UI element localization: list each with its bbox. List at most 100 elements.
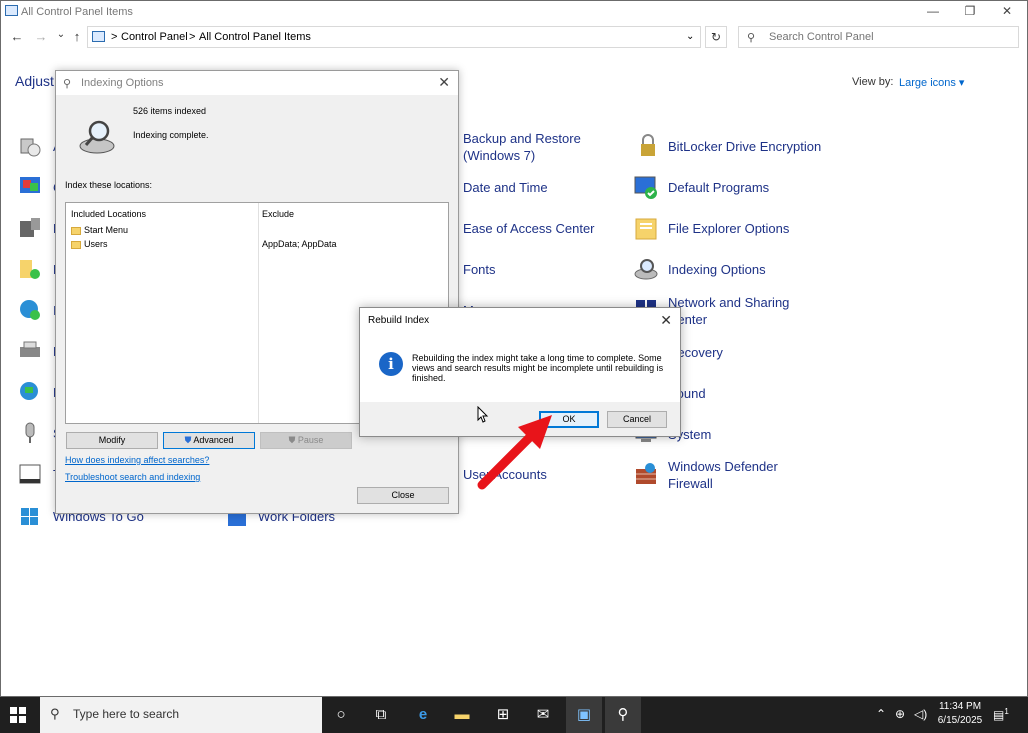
action-center-icon[interactable] — [17, 133, 43, 159]
file-explorer-options-icon[interactable] — [633, 215, 659, 241]
address-bar[interactable]: > Control Panel > All Control Panel Item… — [87, 26, 701, 48]
device-manager-icon[interactable] — [17, 215, 43, 241]
breadcrumb-separator: > — [111, 31, 118, 43]
advanced-button[interactable]: ⛊ Advanced — [163, 432, 255, 449]
search-icon: ⚲ — [50, 706, 60, 721]
item-ease-of-access[interactable]: Ease of Access Center — [463, 220, 595, 237]
item-network-sharing[interactable]: Network and Sharing Center — [668, 294, 789, 328]
tray-overflow-icon[interactable]: ⌃ — [876, 707, 886, 721]
clock-date: 6/15/2025 — [937, 715, 983, 726]
how-indexing-link[interactable]: How does indexing affect searches? — [65, 455, 209, 465]
item-fonts[interactable]: Fonts — [463, 261, 496, 278]
printer-icon[interactable] — [17, 338, 43, 364]
info-icon: i — [379, 352, 403, 376]
control-panel-icon — [5, 5, 18, 16]
up-button[interactable]: ↑ — [69, 29, 85, 44]
control-panel-taskbar-icon[interactable]: ▣ — [573, 704, 595, 726]
taskbar: ⚲ Type here to search ○ ⧉ e ▬ ⊞ ✉ ▣ ⚲ ⌃ … — [0, 697, 1028, 733]
shield-icon: ⛊ — [288, 435, 296, 445]
item-date-time[interactable]: Date and Time — [463, 179, 548, 196]
recent-locations-button[interactable]: ⌄ — [53, 29, 69, 40]
minimize-button[interactable]: — — [915, 1, 951, 23]
item-file-explorer-options[interactable]: File Explorer Options — [668, 220, 789, 237]
indexing-status: Indexing complete. — [133, 130, 209, 140]
dialog-close-icon[interactable]: ✕ — [438, 74, 450, 91]
indexing-options-dialog: ⚲ Indexing Options ✕ 526 items indexed I… — [55, 70, 459, 514]
notifications-icon[interactable]: ▤1 — [993, 707, 1009, 722]
column-header-exclude[interactable]: Exclude — [262, 209, 294, 219]
troubleshoot-link[interactable]: Troubleshoot search and indexing — [65, 472, 200, 482]
view-by-dropdown[interactable]: Large icons ▾ — [899, 76, 964, 89]
modify-button[interactable]: Modify — [66, 432, 158, 449]
items-indexed-count: 526 items indexed — [133, 106, 207, 116]
column-divider — [258, 203, 259, 423]
search-input[interactable] — [769, 30, 1009, 44]
color-management-icon[interactable] — [17, 174, 43, 200]
advanced-label: Advanced — [193, 435, 234, 445]
clock-time: 11:34 PM — [938, 701, 982, 712]
network-globe-icon[interactable]: ⊕ — [895, 707, 905, 721]
search-icon: ⚲ — [747, 32, 756, 44]
volume-icon[interactable]: ◁) — [914, 707, 927, 721]
cancel-button[interactable]: Cancel — [607, 411, 667, 428]
table-row[interactable]: Start Menu — [71, 225, 128, 235]
indexing-options-icon[interactable] — [633, 256, 659, 282]
forward-button[interactable]: → — [33, 29, 49, 44]
bitlocker-icon[interactable] — [633, 133, 659, 159]
default-programs-icon[interactable] — [633, 174, 659, 200]
item-indexing-options[interactable]: Indexing Options — [668, 261, 766, 278]
restore-button[interactable]: ❐ — [952, 1, 988, 23]
dialog-title: Indexing Options — [81, 77, 164, 89]
close-dialog-button[interactable]: Close — [357, 487, 449, 504]
folder-icon — [71, 226, 81, 235]
taskbar-navigation-icon[interactable] — [17, 461, 43, 487]
shield-icon: ⛊ — [184, 435, 192, 445]
rebuild-message: Rebuilding the index might take a long t… — [412, 353, 664, 383]
firewall-icon[interactable] — [633, 461, 659, 487]
taskbar-search-box[interactable]: ⚲ Type here to search — [40, 697, 322, 733]
breadcrumb-all-items[interactable]: All Control Panel Items — [199, 31, 311, 43]
cortana-icon[interactable]: ○ — [330, 704, 352, 726]
windows-start-icon[interactable] — [10, 707, 26, 723]
control-panel-icon — [92, 31, 105, 42]
search-box[interactable]: ⚲ — [738, 26, 1019, 48]
location-exclude: AppData; AppData — [262, 239, 337, 249]
pause-button[interactable]: ⛊ Pause — [260, 432, 352, 449]
region-icon[interactable] — [17, 379, 43, 405]
task-view-icon[interactable]: ⧉ — [370, 704, 392, 726]
taskbar-search-placeholder: Type here to search — [73, 707, 180, 721]
location-name: Users — [84, 239, 108, 249]
store-icon[interactable]: ⊞ — [492, 704, 514, 726]
edge-icon[interactable]: e — [412, 704, 434, 726]
indexing-taskbar-icon[interactable]: ⚲ — [612, 704, 634, 726]
back-button[interactable]: ← — [9, 29, 25, 44]
indexing-small-icon: ⚲ — [63, 78, 72, 90]
pause-label: Pause — [297, 435, 324, 445]
item-bitlocker[interactable]: BitLocker Drive Encryption — [668, 138, 821, 155]
close-button[interactable]: ✕ — [989, 1, 1025, 23]
item-backup-restore[interactable]: Backup and Restore (Windows 7) — [463, 130, 581, 164]
column-header-included[interactable]: Included Locations — [71, 209, 146, 219]
mail-icon[interactable]: ✉ — [532, 704, 554, 726]
windows-to-go-icon[interactable] — [17, 504, 43, 530]
table-row[interactable]: Users — [71, 239, 108, 249]
refresh-button[interactable]: ↻ — [705, 26, 727, 48]
notification-count: 1 — [1004, 707, 1009, 716]
locations-label: Index these locations: — [65, 180, 153, 190]
indexing-large-icon — [79, 120, 115, 154]
rebuild-content-area: Rebuild Index ✕ i Rebuilding the index m… — [360, 308, 680, 402]
clock[interactable]: 11:34 PM 6/15/2025 — [937, 700, 983, 728]
file-history-icon[interactable] — [17, 256, 43, 282]
item-windows-firewall[interactable]: Windows Defender Firewall — [668, 458, 778, 492]
address-dropdown-button[interactable]: ⌄ — [686, 31, 694, 42]
internet-options-icon[interactable] — [17, 297, 43, 323]
item-default-programs[interactable]: Default Programs — [668, 179, 769, 196]
view-by-label: View by: — [852, 76, 894, 88]
breadcrumb-control-panel[interactable]: Control Panel — [121, 31, 188, 43]
breadcrumb-separator: > — [189, 31, 196, 43]
speech-recognition-icon[interactable] — [17, 420, 43, 446]
window-title: All Control Panel Items — [21, 6, 133, 18]
file-explorer-icon[interactable]: ▬ — [451, 704, 473, 726]
red-arrow-annotation-icon — [477, 415, 552, 490]
rebuild-close-icon[interactable]: ✕ — [660, 312, 672, 329]
